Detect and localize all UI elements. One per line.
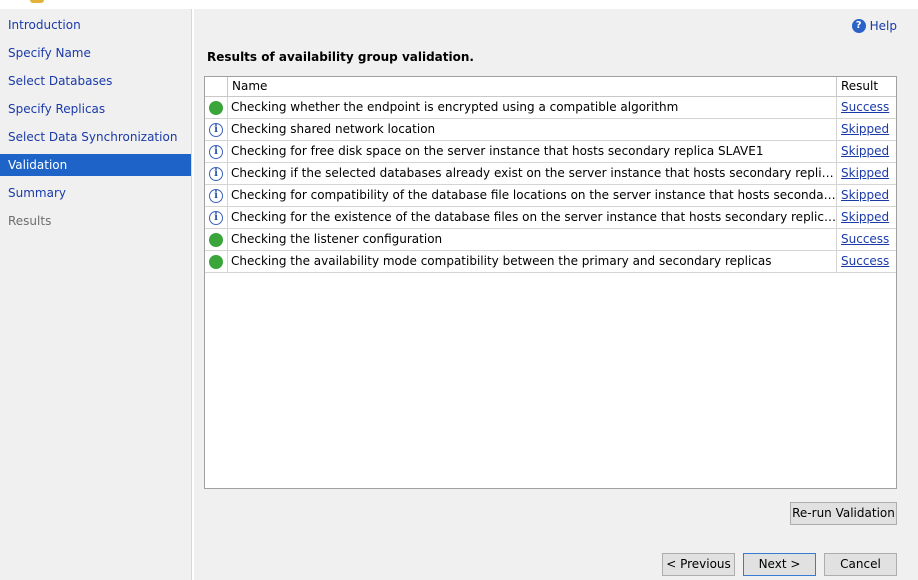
app-icon xyxy=(30,0,44,3)
nav-item-specify-replicas[interactable]: Specify Replicas xyxy=(0,98,191,120)
help-link[interactable]: ? Help xyxy=(851,18,897,34)
check-name: Checking the availability mode compatibi… xyxy=(231,254,772,268)
table-row[interactable]: Checking the availability mode compatibi… xyxy=(205,251,896,273)
result-link[interactable]: Skipped xyxy=(836,119,896,140)
table-row[interactable]: i Checking if the selected databases alr… xyxy=(205,163,896,185)
check-circle-icon xyxy=(209,232,223,247)
help-label: Help xyxy=(869,19,897,33)
check-name: Checking the listener configuration xyxy=(231,232,443,246)
nav-item-specify-name[interactable]: Specify Name xyxy=(0,42,191,64)
rerun-validation-button[interactable]: Re-run Validation xyxy=(790,502,897,525)
validation-results-grid: Name Result Checking whether the endpoin… xyxy=(204,76,897,489)
grid-header: Name Result xyxy=(205,77,896,97)
result-link[interactable]: Skipped xyxy=(836,163,896,184)
check-circle-icon xyxy=(209,100,223,115)
result-link[interactable]: Skipped xyxy=(836,185,896,206)
nav-item-validation[interactable]: Validation xyxy=(0,154,191,176)
info-circle-icon: i xyxy=(209,122,223,137)
info-circle-icon: i xyxy=(209,166,223,181)
check-name: Checking for compatibility of the databa… xyxy=(231,188,836,202)
info-circle-icon: i xyxy=(209,210,223,225)
result-link[interactable]: Skipped xyxy=(836,207,896,228)
cancel-button[interactable]: Cancel xyxy=(824,553,897,576)
info-circle-icon: i xyxy=(209,188,223,203)
result-link[interactable]: Success xyxy=(836,251,896,272)
main-pane: ? Help Results of availability group val… xyxy=(194,9,918,580)
table-row[interactable]: Checking whether the endpoint is encrypt… xyxy=(205,97,896,119)
table-row[interactable]: i Checking for free disk space on the se… xyxy=(205,141,896,163)
nav-item-select-data-synchronization[interactable]: Select Data Synchronization xyxy=(0,126,191,148)
help-icon: ? xyxy=(851,19,866,33)
table-row[interactable]: i Checking shared network location Skipp… xyxy=(205,119,896,141)
next-button[interactable]: Next > xyxy=(743,553,816,576)
wizard-navigation: Introduction Specify Name Select Databas… xyxy=(0,9,192,580)
table-row[interactable]: i Checking for the existence of the data… xyxy=(205,207,896,229)
result-link[interactable]: Success xyxy=(836,229,896,250)
previous-button[interactable]: < Previous xyxy=(662,553,735,576)
result-link[interactable]: Skipped xyxy=(836,141,896,162)
nav-item-introduction[interactable]: Introduction xyxy=(0,14,191,36)
column-header-result[interactable]: Result xyxy=(836,77,896,96)
nav-item-select-databases[interactable]: Select Databases xyxy=(0,70,191,92)
check-name: Checking whether the endpoint is encrypt… xyxy=(231,100,679,114)
table-row[interactable]: Checking the listener configuration Succ… xyxy=(205,229,896,251)
check-name: Checking for free disk space on the serv… xyxy=(231,144,764,158)
nav-item-results: Results xyxy=(8,214,52,228)
column-header-name[interactable]: Name xyxy=(228,77,267,96)
check-name: Checking for the existence of the databa… xyxy=(231,210,836,224)
check-name: Checking shared network location xyxy=(231,122,436,136)
info-circle-icon: i xyxy=(209,144,223,159)
check-circle-icon xyxy=(209,254,223,269)
page-title: Results of availability group validation… xyxy=(207,50,474,64)
result-link[interactable]: Success xyxy=(836,97,896,118)
nav-item-summary[interactable]: Summary xyxy=(0,182,191,204)
check-name: Checking if the selected databases alrea… xyxy=(231,166,836,180)
table-row[interactable]: i Checking for compatibility of the data… xyxy=(205,185,896,207)
window-top-strip xyxy=(0,0,918,9)
header-icon-column xyxy=(205,77,228,96)
